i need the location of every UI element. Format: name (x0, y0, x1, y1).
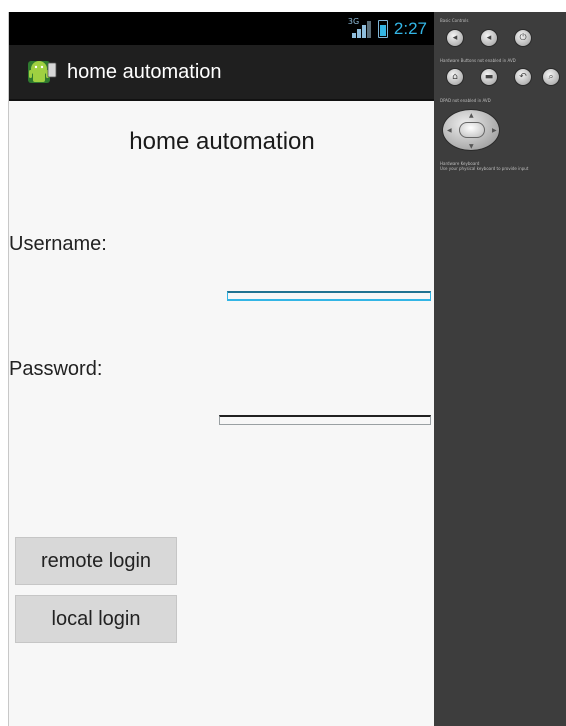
dpad-center-button[interactable] (459, 122, 485, 138)
search-icon[interactable]: ⌕ (542, 68, 560, 86)
battery-icon (377, 19, 388, 38)
username-field[interactable] (227, 291, 431, 301)
dpad-left-icon[interactable]: ◀ (447, 127, 452, 134)
android-app-icon[interactable] (27, 57, 57, 87)
signal-icon: 3G (347, 16, 372, 38)
emulator-control-panel: Basic Controls ◂ ◂ ⏻ Hardware Buttons no… (434, 12, 566, 726)
local-login-button[interactable]: local login (15, 595, 177, 643)
dpad-right-icon[interactable]: ▶ (492, 127, 497, 134)
basic-controls-label: Basic Controls (440, 18, 469, 23)
volume-down-icon[interactable]: ◂ (446, 29, 464, 47)
dpad-control[interactable]: ▲ ▼ ◀ ▶ (442, 109, 500, 151)
action-bar-title: home automation (67, 60, 222, 83)
page-title: home automation (129, 128, 315, 155)
volume-up-icon[interactable]: ◂ (480, 29, 498, 47)
hardware-buttons-note: not enabled in AVD (477, 58, 516, 63)
login-form: home automation Username: Password: remo… (9, 103, 435, 726)
remote-login-button[interactable]: remote login (15, 537, 177, 585)
dpad-down-icon[interactable]: ▼ (469, 143, 474, 150)
password-label: Password: (9, 358, 103, 380)
action-bar: home automation (9, 45, 435, 101)
dpad-up-icon[interactable]: ▲ (469, 112, 474, 119)
power-icon[interactable]: ⏻ (514, 29, 532, 47)
dpad-note: not enabled in AVD (452, 98, 491, 103)
back-icon[interactable]: ↶ (514, 68, 532, 86)
home-icon[interactable]: ⌂ (446, 68, 464, 86)
status-bar: 3G 2:27 (9, 12, 435, 45)
network-type: 3G (347, 16, 360, 26)
phone-screen: 3G 2:27 home automation home automation (8, 12, 435, 726)
status-time: 2:27 (393, 18, 427, 38)
username-label: Username: (9, 233, 107, 255)
menu-icon[interactable]: ▬ (480, 68, 498, 86)
password-field[interactable] (219, 415, 431, 425)
dpad-label: DPAD (440, 98, 452, 103)
hardware-keyboard-note: Use your physical keyboard to provide in… (440, 166, 529, 171)
hardware-buttons-label: Hardware Buttons (440, 58, 477, 63)
